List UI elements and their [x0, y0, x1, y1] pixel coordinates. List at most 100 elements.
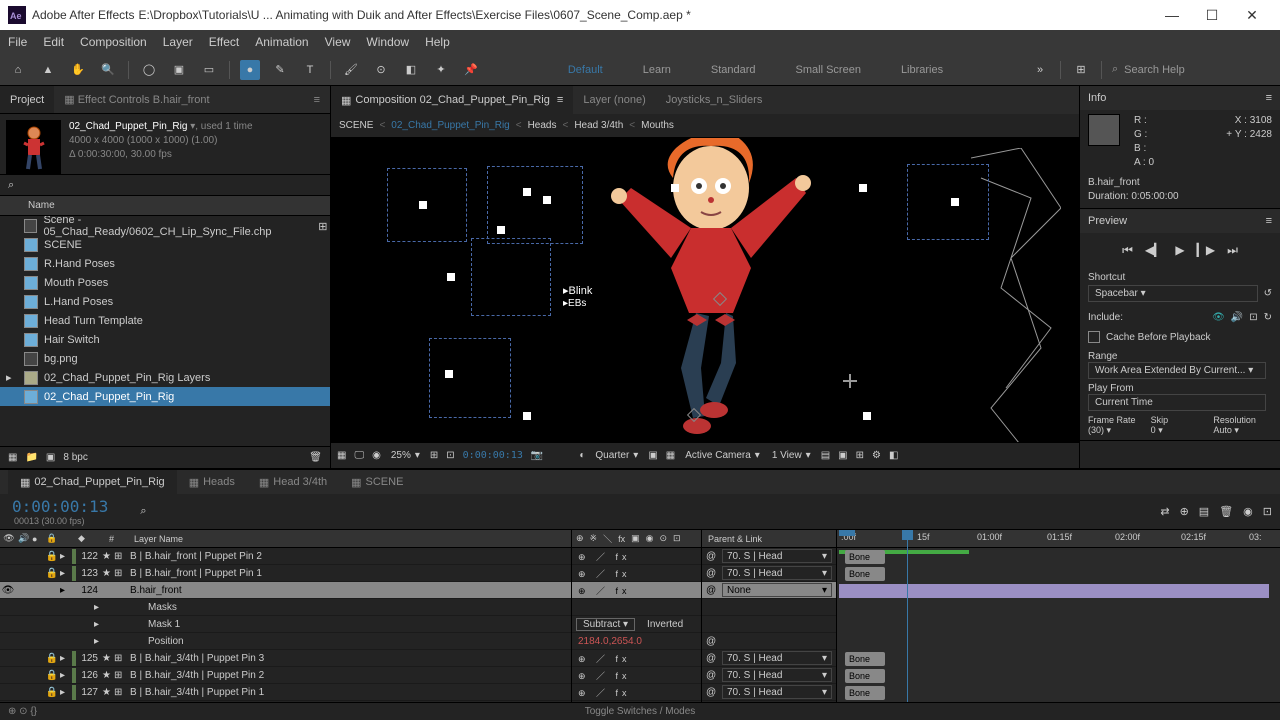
framerate-dd[interactable]: (30) ▾	[1088, 425, 1147, 436]
hand-tool[interactable]: ✋	[68, 60, 88, 80]
tl-tab-0[interactable]: ▦02_Chad_Puppet_Pin_Rig	[8, 470, 177, 494]
project-item[interactable]: bg.png	[0, 349, 330, 368]
lock-toggle[interactable]: 🔒	[44, 653, 60, 664]
menu-composition[interactable]: Composition	[80, 35, 147, 49]
project-item[interactable]: Scene - 05_Chad_Ready/0602_CH_Lip_Sync_F…	[0, 216, 330, 235]
lock-column-icon[interactable]: 🔒	[46, 533, 60, 544]
grid2-icon[interactable]: ⊡	[446, 450, 454, 461]
project-item[interactable]: Head Turn Template	[0, 311, 330, 330]
project-item[interactable]: L.Hand Poses	[0, 292, 330, 311]
pickwhip-icon[interactable]: @	[706, 568, 718, 579]
project-search[interactable]: ⌕	[0, 174, 330, 196]
visibility-toggle[interactable]: 👁	[0, 585, 16, 596]
puppet-tool[interactable]: 📌	[461, 60, 481, 80]
project-item[interactable]: SCENE	[0, 235, 330, 254]
tl-icon-b[interactable]: ⊕	[1180, 505, 1189, 518]
maximize-button[interactable]: ☐	[1192, 7, 1232, 24]
parent-row[interactable]: @70. S | Head▾	[702, 548, 836, 565]
clone-tool[interactable]: ⊙	[371, 60, 391, 80]
tab-project[interactable]: Project	[0, 86, 54, 113]
transparency-icon[interactable]: ▦	[666, 450, 675, 461]
timeline-layer-row[interactable]: ▸Mask 1	[0, 616, 571, 633]
menu-animation[interactable]: Animation	[255, 35, 308, 49]
timeline-layer-row[interactable]: ▸Masks	[0, 599, 571, 616]
parent-row[interactable]: @ None▾	[702, 582, 836, 599]
switches-row[interactable]: ⊕ ／ fx	[572, 667, 701, 684]
resolution-dropdown[interactable]: Quarter ▾	[593, 450, 640, 461]
crumb-current[interactable]: 02_Chad_Puppet_Pin_Rig	[391, 120, 509, 131]
menu-edit[interactable]: Edit	[43, 35, 64, 49]
workarea-start[interactable]	[839, 530, 855, 536]
menu-layer[interactable]: Layer	[163, 35, 193, 49]
brush-tool[interactable]: 🖌	[341, 60, 361, 80]
mask-icon[interactable]: ◉	[372, 450, 381, 461]
zoom-dropdown[interactable]: 25% ▾	[389, 450, 422, 461]
info-header[interactable]: Info≡	[1080, 86, 1280, 110]
panel-menu-icon[interactable]: ≡	[1266, 92, 1272, 104]
pen-tool[interactable]: ✎	[270, 60, 290, 80]
bone-bar[interactable]: Bone	[845, 567, 885, 581]
bone-bar[interactable]: Bone	[845, 686, 885, 700]
workspace-standard[interactable]: Standard	[711, 64, 756, 76]
video-icon[interactable]: 👁	[1212, 312, 1225, 323]
parent-dropdown[interactable]: 70. S | Head▾	[722, 549, 832, 563]
preview-header[interactable]: Preview≡	[1080, 209, 1280, 233]
vf-icon-e[interactable]: ◧	[889, 450, 898, 461]
composition-canvas[interactable]: ▸Blink ▸EBs	[331, 138, 1079, 442]
menu-view[interactable]: View	[325, 35, 351, 49]
toggle-switches[interactable]: Toggle Switches / Modes	[585, 706, 696, 717]
eye-column-icon[interactable]: 👁	[0, 533, 18, 544]
parent-dropdown[interactable]: 70. S | Head▾	[722, 668, 832, 682]
parent-dropdown[interactable]: None▾	[722, 583, 832, 597]
parent-row[interactable]	[702, 616, 836, 633]
playhead[interactable]	[907, 530, 908, 702]
orbit-tool[interactable]: ◯	[139, 60, 159, 80]
parent-row[interactable]	[702, 599, 836, 616]
project-item[interactable]: Hair Switch	[0, 330, 330, 349]
vf-icon-b[interactable]: ▣	[838, 450, 847, 461]
viewer-timecode[interactable]: 0:00:00:13	[463, 450, 523, 461]
project-column-header[interactable]: Name	[0, 196, 330, 216]
vf-icon-d[interactable]: ⚙	[872, 450, 881, 461]
workspace-smallscreen[interactable]: Small Screen	[796, 64, 861, 76]
audio-column-icon[interactable]: 🔊	[18, 533, 32, 544]
tl-tab-2[interactable]: ▦Head 3/4th	[247, 470, 339, 494]
parent-row[interactable]: @70. S | Head▾	[702, 684, 836, 701]
tl-icon-d[interactable]: 🗑	[1219, 505, 1233, 518]
switch-icon[interactable]: ⊕	[576, 533, 584, 544]
new-folder-icon[interactable]: 📁	[25, 452, 37, 463]
lock-toggle[interactable]: 🔒	[44, 687, 60, 698]
snap-icon[interactable]: ⊞	[1071, 60, 1091, 80]
switch-icon[interactable]: ※	[590, 533, 598, 544]
rect-tool[interactable]: ▭	[199, 60, 219, 80]
menu-file[interactable]: File	[8, 35, 27, 49]
overlay-icon[interactable]: ⊡	[1249, 312, 1257, 323]
reset-icon[interactable]: ↺	[1264, 288, 1272, 299]
timeline-layer-row[interactable]: 🔒▸125★⊞B | B.hair_3/4th | Puppet Pin 3	[0, 650, 571, 667]
pickwhip-icon[interactable]: @	[706, 670, 718, 681]
playfrom-dropdown[interactable]: Current Time	[1088, 394, 1266, 411]
minimize-button[interactable]: —	[1152, 7, 1192, 23]
tab-composition[interactable]: ▦Composition 02_Chad_Puppet_Pin_Rig ≡	[331, 86, 573, 114]
parent-dropdown[interactable]: 70. S | Head▾	[722, 651, 832, 665]
switches-row[interactable]: ⊕ ／ fx	[572, 650, 701, 667]
tl-icon-a[interactable]: ⇄	[1160, 505, 1169, 518]
menu-help[interactable]: Help	[425, 35, 450, 49]
tl-icon-e[interactable]: ◉	[1243, 505, 1253, 518]
timeline-layer-row[interactable]: 🔒▸122★⊞B | B.hair_front | Puppet Pin 2	[0, 548, 571, 565]
prev-frame-button[interactable]: ◀︎▎	[1145, 243, 1163, 258]
camera-dropdown[interactable]: Active Camera ▾	[683, 450, 762, 461]
parent-dropdown[interactable]: 70. S | Head▾	[722, 566, 832, 580]
bpc-toggle[interactable]: 8 bpc	[63, 452, 87, 463]
tl-icon-f[interactable]: ⊡	[1263, 505, 1272, 518]
project-item[interactable]: 02_Chad_Puppet_Pin_Rig	[0, 387, 330, 406]
pickwhip-icon[interactable]: @	[706, 585, 718, 596]
switches-row[interactable]: ⊕ ／ fx	[572, 565, 701, 582]
delete-icon[interactable]: 🗑	[309, 452, 322, 463]
position-value[interactable]: 2184.0,2654.0	[578, 636, 642, 647]
eraser-tool[interactable]: ◧	[401, 60, 421, 80]
menu-effect[interactable]: Effect	[209, 35, 239, 49]
parent-dropdown[interactable]: 70. S | Head▾	[722, 685, 832, 699]
timeline-layer-row[interactable]: 👁▸124B.hair_front	[0, 582, 571, 599]
tl-tab-3[interactable]: ▦SCENE	[339, 470, 415, 494]
